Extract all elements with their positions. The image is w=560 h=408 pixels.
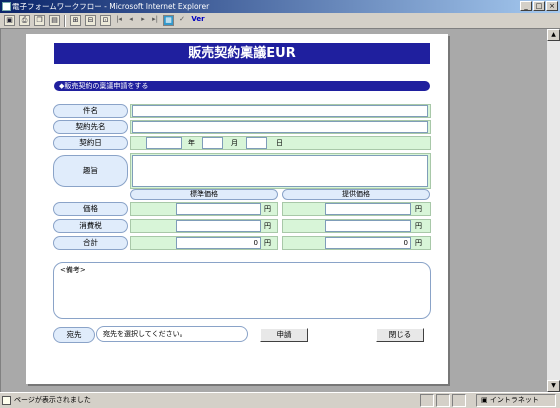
status-bar: ページが表示されました ▣ イントラネット xyxy=(0,392,560,408)
purpose-label: 趣旨 xyxy=(53,155,128,187)
intranet-icon: ▣ xyxy=(481,396,490,404)
save-icon[interactable]: ▣ xyxy=(4,15,15,26)
remarks-label: <備考> xyxy=(60,266,86,274)
maximize-button[interactable]: □ xyxy=(533,1,545,11)
offered-price-unit: 円 xyxy=(415,205,422,213)
app-icon xyxy=(2,2,11,11)
status-text: ページが表示されました xyxy=(14,396,91,404)
status-cell xyxy=(420,394,434,407)
zone-label: イントラネット xyxy=(489,396,539,404)
fit-width-icon[interactable]: ⊟ xyxy=(85,15,96,26)
destination-select[interactable]: 宛先を選択してください。 xyxy=(96,326,248,342)
purpose-textarea[interactable] xyxy=(132,155,428,187)
contract-date-label: 契約日 xyxy=(53,136,128,150)
offered-total-unit: 円 xyxy=(415,239,422,247)
year-unit: 年 xyxy=(188,139,195,147)
day-unit: 日 xyxy=(276,139,283,147)
toolbar: ▣ ⎙ ❐ ▤ ⊞ ⊟ ⊡ |◂ ◂ ▸ ▸| ▦ ✓ Ver xyxy=(0,13,560,29)
scroll-up-icon[interactable]: ▲ xyxy=(547,29,560,41)
toolbar-separator xyxy=(64,14,66,27)
fit-page-icon[interactable]: ⊞ xyxy=(70,15,81,26)
form-title: 販売契約稟議EUR xyxy=(54,43,430,64)
title-bar: 電子フォームワークフロー - Microsoft Internet Explor… xyxy=(0,0,560,13)
standard-total-unit: 円 xyxy=(264,239,271,247)
section-header: ◆販売契約の稟議申請をする xyxy=(54,81,430,91)
contract-month-input[interactable] xyxy=(202,137,223,149)
subject-input[interactable] xyxy=(132,105,428,117)
vertical-scrollbar[interactable]: ▲ ▼ xyxy=(547,29,560,392)
zoom-icon[interactable]: ⊡ xyxy=(100,15,111,26)
offered-tax-input[interactable] xyxy=(325,220,411,232)
contract-year-input[interactable] xyxy=(146,137,182,149)
check-icon[interactable]: ✓ xyxy=(178,15,186,26)
standard-tax-input[interactable] xyxy=(176,220,261,232)
image-icon[interactable]: ▦ xyxy=(163,15,174,26)
price-label: 価格 xyxy=(53,202,128,216)
status-cell xyxy=(452,394,466,407)
contract-party-label: 契約先名 xyxy=(53,120,128,134)
standard-price-header: 標準価格 xyxy=(130,189,278,200)
close-window-button[interactable]: × xyxy=(546,1,558,11)
browser-window: 電子フォームワークフロー - Microsoft Internet Explor… xyxy=(0,0,560,408)
first-page-icon[interactable]: |◂ xyxy=(115,15,123,26)
standard-price-input[interactable] xyxy=(176,203,261,215)
destination-label: 宛先 xyxy=(53,327,95,343)
prev-page-icon[interactable]: ◂ xyxy=(127,15,135,26)
window-title: 電子フォームワークフロー - Microsoft Internet Explor… xyxy=(12,2,210,11)
standard-tax-unit: 円 xyxy=(264,222,271,230)
window-controls: _ □ × xyxy=(520,1,558,11)
status-cell xyxy=(436,394,450,407)
offered-price-header: 提供価格 xyxy=(282,189,430,200)
version-label[interactable]: Ver xyxy=(190,15,206,26)
next-page-icon[interactable]: ▸ xyxy=(139,15,147,26)
contract-day-input[interactable] xyxy=(246,137,267,149)
last-page-icon[interactable]: ▸| xyxy=(151,15,159,26)
consumption-tax-label: 消費税 xyxy=(53,219,128,233)
remarks-box[interactable]: <備考> xyxy=(53,262,431,319)
print-icon[interactable]: ⎙ xyxy=(19,15,30,26)
standard-price-unit: 円 xyxy=(264,205,271,213)
total-label: 合計 xyxy=(53,236,128,250)
close-button[interactable]: 閉じる xyxy=(376,328,424,342)
subject-label: 件名 xyxy=(53,104,128,118)
security-zone: ▣ イントラネット xyxy=(476,394,556,407)
offered-tax-unit: 円 xyxy=(415,222,422,230)
paste-icon[interactable]: ▤ xyxy=(49,15,60,26)
scroll-down-icon[interactable]: ▼ xyxy=(547,380,560,392)
form-page: 販売契約稟議EUR ◆販売契約の稟議申請をする 件名 契約先名 契約日 年 月 … xyxy=(26,34,448,384)
minimize-button[interactable]: _ xyxy=(520,1,532,11)
apply-button[interactable]: 申請 xyxy=(260,328,308,342)
offered-price-input[interactable] xyxy=(325,203,411,215)
contract-party-input[interactable] xyxy=(132,121,428,133)
month-unit: 月 xyxy=(231,139,238,147)
standard-total-input[interactable]: 0 xyxy=(176,237,261,249)
document-viewport[interactable]: 販売契約稟議EUR ◆販売契約の稟議申請をする 件名 契約先名 契約日 年 月 … xyxy=(0,29,547,392)
offered-total-input[interactable]: 0 xyxy=(325,237,411,249)
page-loaded-icon xyxy=(2,396,11,405)
copy-icon[interactable]: ❐ xyxy=(34,15,45,26)
